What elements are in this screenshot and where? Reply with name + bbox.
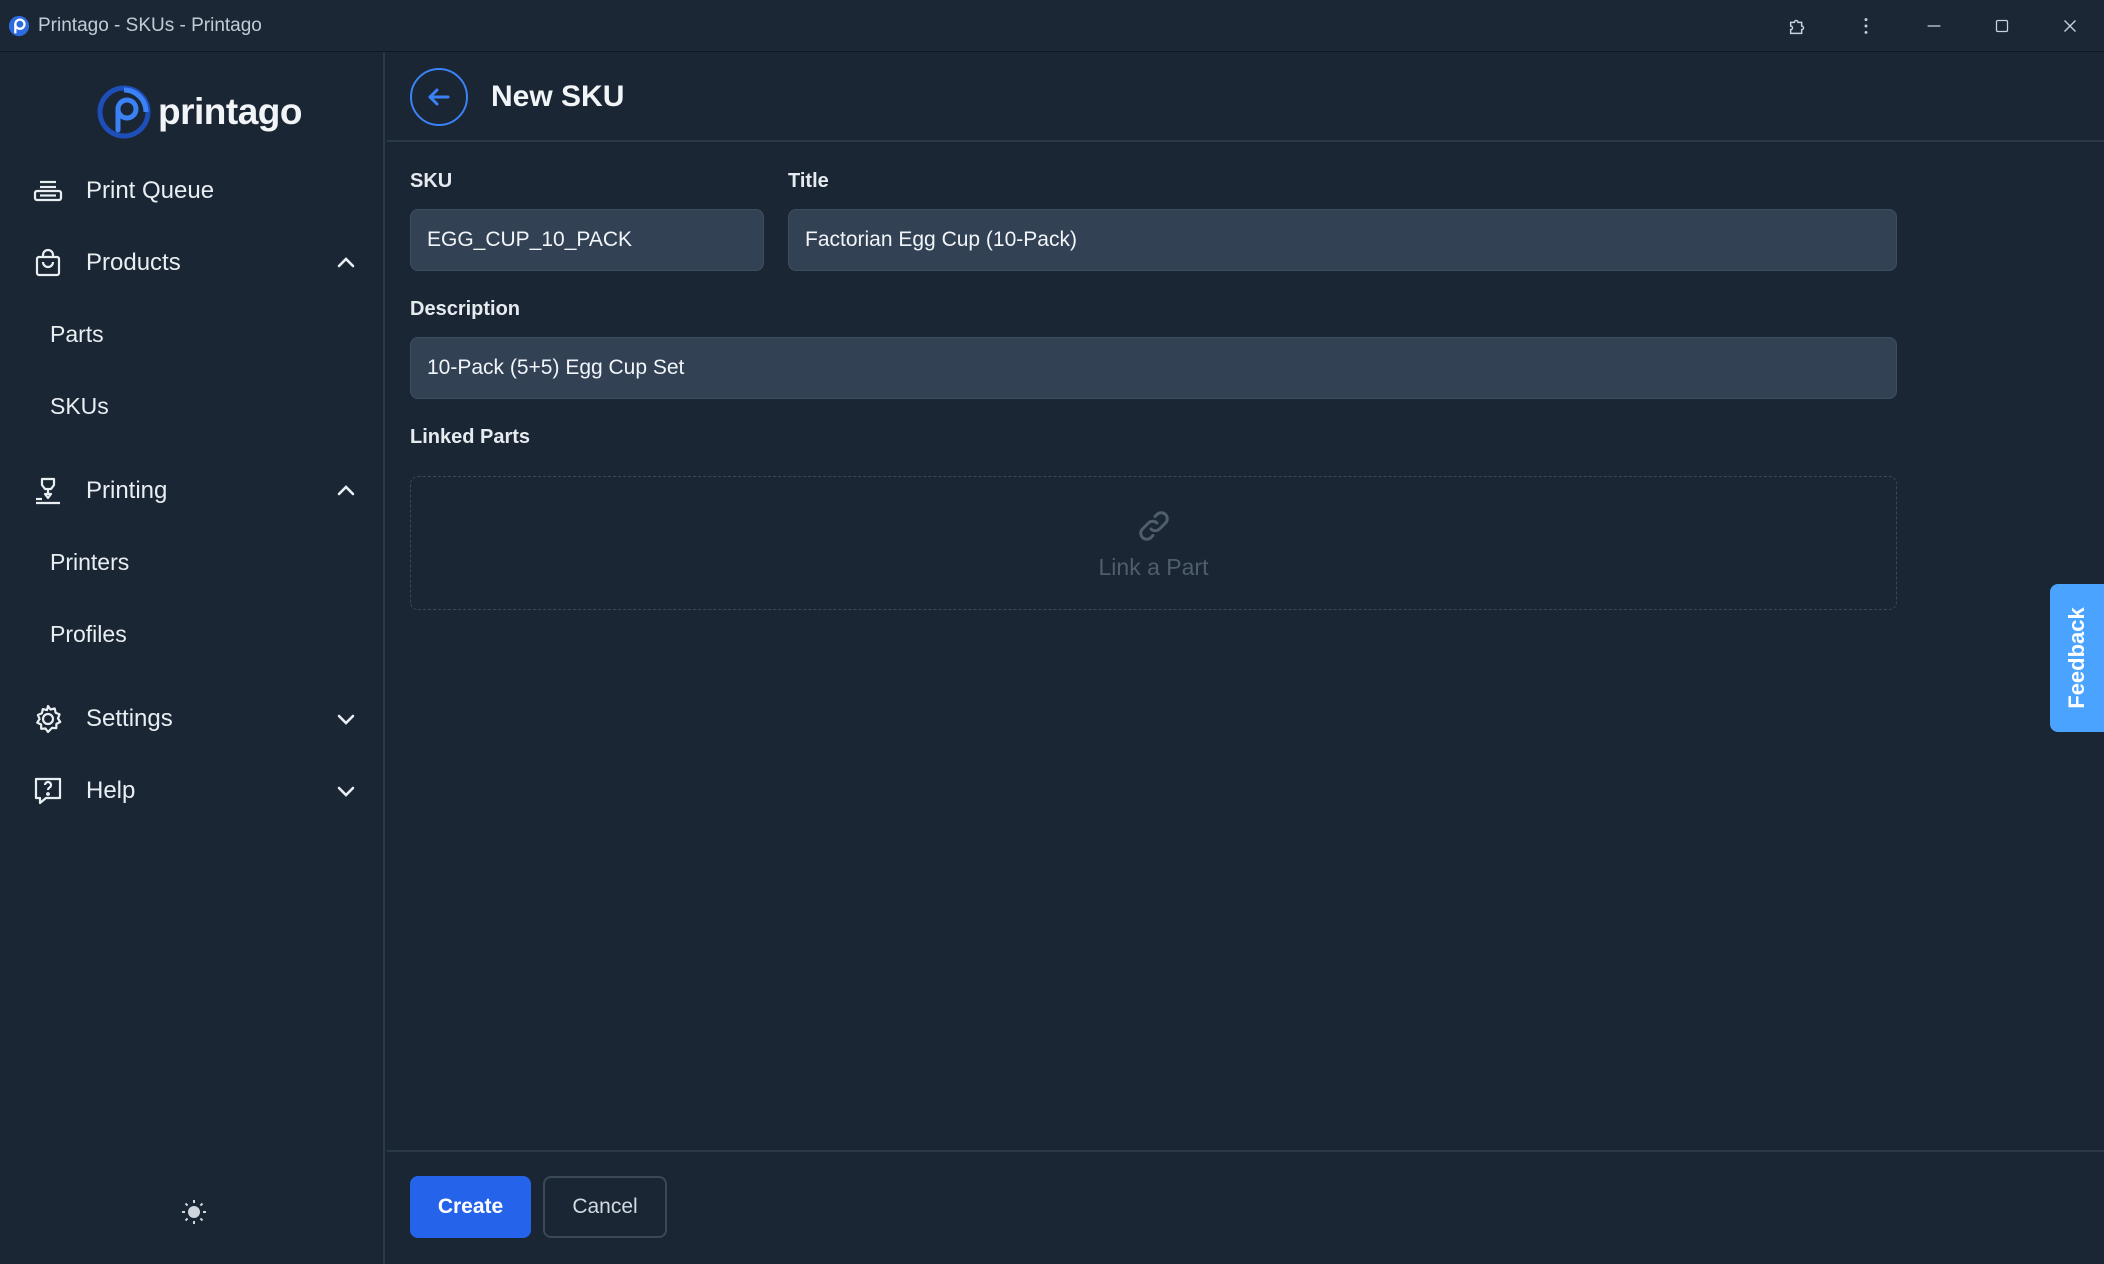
page-header: New SKU [387, 52, 2104, 142]
window-titlebar: Printago - SKUs - Printago [0, 0, 2104, 52]
chevron-up-icon[interactable] [334, 251, 358, 275]
link-part-text: Link a Part [1098, 553, 1209, 580]
title-label: Title [788, 170, 829, 192]
sidebar-item-help[interactable]: Help [30, 766, 370, 816]
shopping-bag-icon [35, 248, 61, 277]
sidebar-item-products[interactable]: Products [30, 238, 370, 288]
sidebar-item-printers[interactable]: Printers [50, 542, 129, 582]
arrow-left-icon [428, 88, 450, 106]
sidebar-item-parts[interactable]: Parts [50, 314, 104, 354]
gear-icon [36, 704, 62, 734]
app-logo-icon [8, 15, 30, 36]
printer-nozzle-icon [36, 477, 60, 505]
puzzle-icon [1789, 19, 1805, 35]
create-button[interactable]: Create [410, 1176, 531, 1238]
sidebar-item-label: Print Queue [86, 177, 215, 204]
link-icon [1138, 510, 1169, 541]
sidebar-item-settings[interactable]: Settings [30, 694, 370, 744]
sidebar-item-print-queue[interactable]: Print Queue [30, 166, 370, 216]
linked-parts-label: Linked Parts [410, 426, 531, 448]
page-title: New SKU [491, 80, 625, 113]
sidebar: printago Print Queue Products Parts SKUs… [0, 52, 385, 1264]
sun-icon[interactable] [180, 1198, 208, 1226]
close-window-button[interactable] [2036, 0, 2104, 52]
maximize-icon [1995, 19, 2009, 33]
sidebar-item-label: Help [86, 777, 136, 804]
sidebar-item-profiles[interactable]: Profiles [50, 614, 127, 654]
form-footer: Create Cancel [387, 1150, 2104, 1264]
chevron-down-icon[interactable] [334, 779, 358, 803]
description-input[interactable]: 10-Pack (5+5) Egg Cup Set [410, 337, 1897, 399]
feedback-label: Feedback [2064, 607, 2089, 709]
sidebar-item-printing[interactable]: Printing [30, 466, 370, 516]
chevron-up-icon[interactable] [334, 479, 358, 503]
help-icon [34, 777, 62, 805]
sku-input[interactable]: EGG_CUP_10_PACK [410, 209, 764, 271]
minimize-button[interactable] [1900, 0, 1968, 52]
window-title: Printago - SKUs - Printago [38, 14, 262, 36]
sidebar-item-label: Products [86, 249, 181, 276]
print-queue-icon [33, 180, 63, 202]
extensions-button[interactable] [1764, 0, 1832, 52]
sku-label: SKU [410, 170, 453, 192]
sidebar-item-label: Printing [86, 477, 168, 504]
feedback-tab[interactable]: Feedback [2050, 584, 2104, 732]
back-button[interactable] [410, 68, 468, 126]
sidebar-item-skus[interactable]: SKUs [50, 386, 109, 426]
sidebar-item-label: Settings [86, 705, 173, 732]
chevron-down-icon[interactable] [334, 707, 358, 731]
brand-logo[interactable]: printago [96, 84, 302, 140]
description-label: Description [410, 298, 521, 320]
close-icon [2064, 20, 2076, 32]
cancel-button[interactable]: Cancel [543, 1176, 667, 1238]
kebab-menu-icon [1864, 18, 1868, 34]
brand-name: printago [158, 91, 302, 132]
more-options-button[interactable] [1832, 0, 1900, 52]
printago-logo-icon [97, 85, 151, 139]
maximize-button[interactable] [1968, 0, 2036, 52]
link-part-dropzone[interactable]: Link a Part [410, 476, 1897, 610]
title-input[interactable]: Factorian Egg Cup (10-Pack) [788, 209, 1897, 271]
minimize-icon [1927, 25, 1941, 27]
main-content: New SKU SKU EGG_CUP_10_PACK Title Factor… [387, 52, 2104, 1264]
